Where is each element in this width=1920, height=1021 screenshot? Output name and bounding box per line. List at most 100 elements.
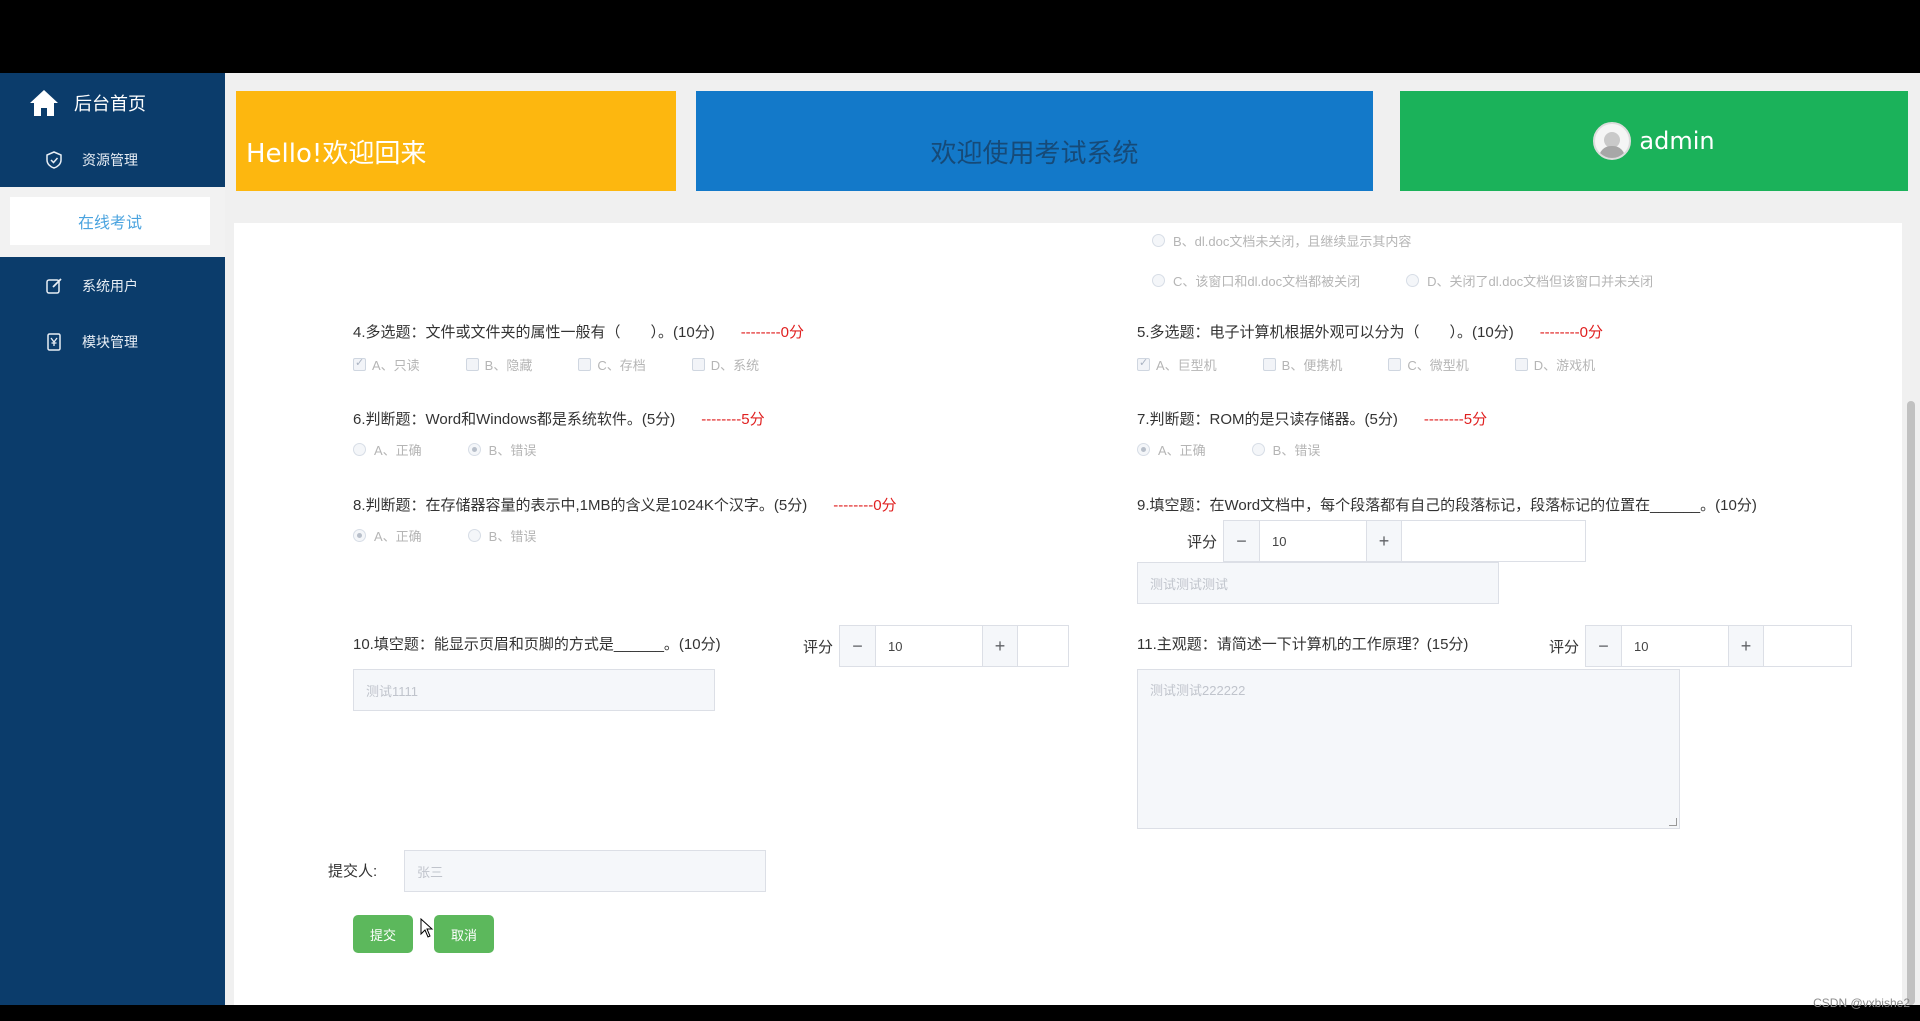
sidebar-item-label: 资源管理 xyxy=(82,153,138,169)
main-area: Hello!欢迎回来 欢迎使用考试系统 admin B、dl.doc文档未关闭，… xyxy=(225,73,1920,1005)
submit-button[interactable]: 提交 xyxy=(353,915,413,953)
checkbox-option[interactable]: A、巨型机 xyxy=(1137,355,1217,374)
answer-textarea[interactable]: 测试测试222222 xyxy=(1137,669,1680,829)
sidebar-item-modules[interactable]: 模块管理 xyxy=(0,322,225,362)
radio[interactable] xyxy=(353,529,366,542)
checkbox[interactable] xyxy=(1514,358,1528,371)
grade-label: 评分 xyxy=(1187,533,1218,551)
shield-icon xyxy=(44,150,64,170)
sidebar-item-exam-wrap: 在线考试 xyxy=(0,187,225,257)
decrement-button[interactable]: − xyxy=(1586,626,1623,666)
radio[interactable] xyxy=(1406,274,1420,287)
sidebar-home[interactable]: 后台首页 xyxy=(28,87,146,119)
grade-input[interactable]: 10 xyxy=(1622,626,1728,666)
grade-input[interactable]: 10 xyxy=(876,626,982,666)
exam-panel: B、dl.doc文档未关闭，且继续显示其内容 C、该窗口和dl.doc文档都被关… xyxy=(234,223,1902,1005)
grade-stepper[interactable]: − 10 + xyxy=(1223,520,1587,562)
prev-question-options-row1: B、dl.doc文档未关闭，且继续显示其内容 xyxy=(1152,231,1457,250)
cancel-button[interactable]: 取消 xyxy=(434,915,494,953)
checkbox[interactable] xyxy=(1137,356,1150,371)
increment-button[interactable]: + xyxy=(1728,626,1765,666)
answer-field[interactable]: 测试1111 xyxy=(353,669,715,711)
radio[interactable] xyxy=(1152,274,1165,287)
question-5: 5.多选题：电子计算机根据外观可以分为（ ）。(10分) --------0分 xyxy=(1137,324,1603,341)
radio-option[interactable]: A、正确 xyxy=(353,526,422,545)
user-name: admin xyxy=(1639,127,1715,155)
stepper-spacer xyxy=(1018,626,1069,666)
grade-input[interactable]: 10 xyxy=(1260,521,1366,561)
option-d[interactable]: D、关闭了dl.doc文档但该窗口并未关闭 xyxy=(1406,271,1653,290)
scrollbar[interactable] xyxy=(1907,401,1915,1005)
checkbox-option[interactable]: C、存档 xyxy=(578,355,646,374)
decrement-button[interactable]: − xyxy=(1224,521,1261,561)
sidebar: 后台首页 资源管理 在线考试 系统用户 模块管理 xyxy=(0,73,225,1005)
checkbox-option[interactable]: A、只读 xyxy=(353,355,420,374)
question-10: 10.填空题：能显示页眉和页脚的方式是______。(10分) xyxy=(353,636,721,653)
system-title-card: 欢迎使用考试系统 xyxy=(696,91,1373,191)
radio[interactable] xyxy=(353,443,366,456)
option-b[interactable]: B、dl.doc文档未关闭，且继续显示其内容 xyxy=(1152,231,1411,250)
question-8-options: A、正确 B、错误 xyxy=(353,526,582,545)
question-7: 7.判断题：ROM的是只读存储器。(5分) --------5分 xyxy=(1137,411,1488,428)
checkbox[interactable] xyxy=(465,358,479,371)
checkbox-option[interactable]: D、游戏机 xyxy=(1514,355,1595,374)
user-card[interactable]: admin xyxy=(1400,91,1908,191)
question-score: --------0分 xyxy=(740,324,804,341)
sidebar-item-resources[interactable]: 资源管理 xyxy=(0,140,225,180)
radio-option[interactable]: A、正确 xyxy=(1137,440,1206,459)
question-score: --------0分 xyxy=(833,497,897,514)
question-10-grade: 评分 − 10 + xyxy=(803,625,1070,667)
checkbox[interactable] xyxy=(1388,358,1402,371)
question-5-options: A、巨型机 B、便携机 C、微型机 D、游戏机 xyxy=(1137,355,1641,374)
radio[interactable] xyxy=(1251,443,1265,456)
checkbox-option[interactable]: C、微型机 xyxy=(1388,355,1469,374)
checkbox-option[interactable]: D、系统 xyxy=(691,355,759,374)
radio[interactable] xyxy=(1137,443,1150,456)
grade-label: 评分 xyxy=(803,638,834,656)
edit-icon xyxy=(44,276,64,296)
top-black-bar xyxy=(0,0,1920,73)
question-9-grade: 评分 − 10 + xyxy=(1187,520,1587,562)
prev-question-options-row2: C、该窗口和dl.doc文档都被关闭 D、关闭了dl.doc文档但该窗口并未关闭 xyxy=(1152,271,1699,290)
option-c[interactable]: C、该窗口和dl.doc文档都被关闭 xyxy=(1152,271,1360,290)
question-8: 8.判断题：在存储器容量的表示中,1MB的含义是1024K个汉字。(5分) ---… xyxy=(353,497,897,514)
home-icon xyxy=(30,90,58,116)
sidebar-item-online-exam[interactable]: 在线考试 xyxy=(10,197,210,245)
grade-stepper[interactable]: − 10 + xyxy=(1585,625,1853,667)
radio-option[interactable]: B、错误 xyxy=(467,440,536,459)
checkbox[interactable] xyxy=(578,358,592,371)
checkbox[interactable] xyxy=(353,356,366,371)
question-6-options: A、正确 B、错误 xyxy=(353,440,582,459)
checkbox[interactable] xyxy=(1262,358,1276,371)
sidebar-item-label: 系统用户 xyxy=(82,279,138,295)
checkbox-option[interactable]: B、便携机 xyxy=(1262,355,1342,374)
system-title: 欢迎使用考试系统 xyxy=(930,138,1139,169)
question-score: --------0分 xyxy=(1539,324,1603,341)
sidebar-item-system-users[interactable]: 系统用户 xyxy=(0,266,225,306)
question-4: 4.多选题：文件或文件夹的属性一般有（ ）。(10分) --------0分 xyxy=(353,324,804,341)
answer-field[interactable]: 测试测试测试 xyxy=(1137,562,1499,604)
radio-option[interactable]: A、正确 xyxy=(353,440,422,459)
radio[interactable] xyxy=(1152,234,1165,247)
submitter-label: 提交人: xyxy=(328,863,378,880)
resize-handle[interactable] xyxy=(1669,818,1677,826)
checkbox[interactable] xyxy=(691,358,705,371)
checkbox-option[interactable]: B、隐藏 xyxy=(465,355,532,374)
decrement-button[interactable]: − xyxy=(840,626,877,666)
radio-option[interactable]: B、错误 xyxy=(1251,440,1320,459)
stepper-spacer xyxy=(1764,626,1852,666)
welcome-card: Hello!欢迎回来 xyxy=(236,91,676,191)
question-11-grade: 评分 − 10 + xyxy=(1549,625,1853,667)
radio-option[interactable]: B、错误 xyxy=(467,526,536,545)
submitter-input[interactable]: 张三 xyxy=(404,850,766,892)
increment-button[interactable]: + xyxy=(982,626,1019,666)
bottom-black-bar xyxy=(0,1005,1920,1021)
grade-stepper[interactable]: − 10 + xyxy=(839,625,1070,667)
question-score: --------5分 xyxy=(701,411,765,428)
radio[interactable] xyxy=(467,443,481,456)
stepper-spacer xyxy=(1402,521,1586,561)
increment-button[interactable]: + xyxy=(1366,521,1403,561)
bookmark-icon xyxy=(44,332,64,352)
radio[interactable] xyxy=(467,529,481,542)
mouse-cursor-icon xyxy=(420,918,434,938)
